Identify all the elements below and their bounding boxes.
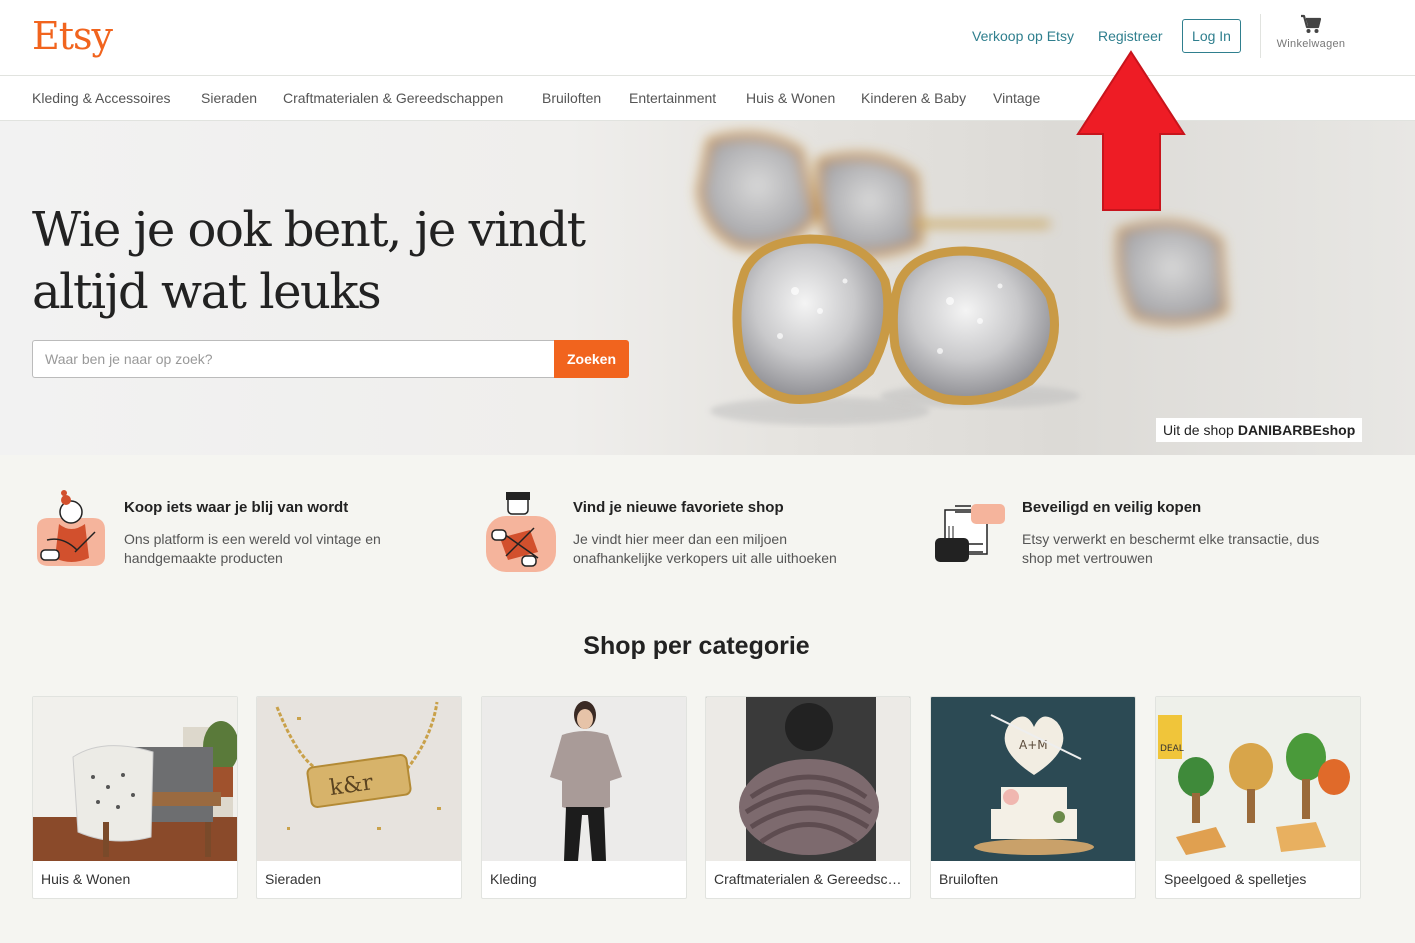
value-prop-description: Etsy verwerkt en beschermt elke transact… — [1022, 531, 1320, 566]
login-button[interactable]: Log In — [1182, 19, 1241, 53]
cart-icon — [1301, 14, 1322, 33]
shop-credit[interactable]: Uit de shop DANIBARBEshop — [1156, 418, 1363, 442]
necklace-image: k&r — [257, 697, 461, 861]
red-arrow-annotation — [1076, 50, 1186, 211]
category-card-huis-wonen[interactable]: Huis & Wonen — [32, 696, 238, 899]
value-prop-title: Beveiligd en veilig kopen — [1022, 499, 1202, 516]
value-prop-description: Je vindt hier meer dan een miljoen onafh… — [573, 531, 837, 566]
nav-item-huis-wonen[interactable]: Huis & Wonen — [746, 90, 835, 106]
site-header: Etsy Verkoop op Etsy Registreer Log In W… — [0, 0, 1415, 76]
wedding-cake-image: A+M — [931, 697, 1135, 861]
category-card-label: Kleding — [490, 871, 537, 887]
shop-by-category-title: Shop per categorie — [583, 632, 810, 660]
register-link[interactable]: Registreer — [1098, 28, 1163, 44]
search-button[interactable]: Zoeken — [554, 340, 629, 378]
etsy-logo[interactable]: Etsy — [32, 14, 113, 58]
wooden-toys-image: DEAL — [1156, 697, 1360, 861]
secure-exchange-icon — [935, 504, 1005, 562]
clothing-model-image — [482, 697, 686, 861]
sell-on-etsy-link[interactable]: Verkoop op Etsy — [972, 28, 1074, 44]
yarn-image — [706, 697, 910, 861]
nav-item-craftmaterialen[interactable]: Craftmaterialen & Gereedschappen — [283, 90, 503, 106]
category-card-label: Huis & Wonen — [41, 871, 131, 887]
nav-item-vintage[interactable]: Vintage — [993, 90, 1040, 106]
category-card-bruiloften[interactable]: A+M Bruiloften — [930, 696, 1136, 899]
nav-item-entertainment[interactable]: Entertainment — [629, 90, 716, 106]
category-card-label: Speelgoed & spelletjes — [1164, 871, 1307, 887]
nav-item-kleding[interactable]: Kleding & Accessoires — [32, 90, 171, 106]
cart-button[interactable]: Winkelwagen — [1266, 14, 1356, 50]
category-card-label: Bruiloften — [939, 871, 999, 887]
shop-credit-name: DANIBARBEshop — [1237, 422, 1356, 438]
knitting-person-icon — [37, 490, 105, 566]
shop-credit-prefix: Uit de shop — [1163, 422, 1234, 438]
category-card-label: Sieraden — [265, 871, 322, 887]
cart-label: Winkelwagen — [1276, 38, 1346, 50]
svg-text:DEAL: DEAL — [1160, 744, 1184, 754]
value-prop-title: Koop iets waar je blij van wordt — [124, 499, 349, 516]
armchair-image — [33, 697, 237, 861]
category-card-sieraden[interactable]: k&r Sieraden — [256, 696, 462, 899]
category-nav: Kleding & Accessoires Sieraden Craftmate… — [0, 76, 1415, 121]
crafting-person-icon — [486, 492, 556, 572]
header-divider — [1260, 14, 1261, 58]
nav-item-sieraden[interactable]: Sieraden — [201, 90, 257, 106]
value-prop-title: Vind je nieuwe favoriete shop — [573, 499, 784, 516]
category-card-label: Craftmaterialen & Gereedschappen — [714, 871, 904, 887]
nav-item-kinderen-baby[interactable]: Kinderen & Baby — [861, 90, 966, 106]
search-input[interactable] — [32, 340, 555, 378]
nav-item-bruiloften[interactable]: Bruiloften — [542, 90, 601, 106]
category-card-speelgoed[interactable]: DEAL Speelgoed & spelletjes — [1155, 696, 1361, 899]
value-prop-description: Ons platform is een wereld vol vintage e… — [124, 531, 381, 566]
hero-title: Wie je ook bent, je vindt altijd wat leu… — [32, 202, 586, 320]
category-card-kleding[interactable]: Kleding — [481, 696, 687, 899]
category-card-craftmaterialen[interactable]: Craftmaterialen & Gereedschappen — [705, 696, 911, 899]
hero-banner: Wie je ook bent, je vindt altijd wat leu… — [0, 121, 1415, 455]
